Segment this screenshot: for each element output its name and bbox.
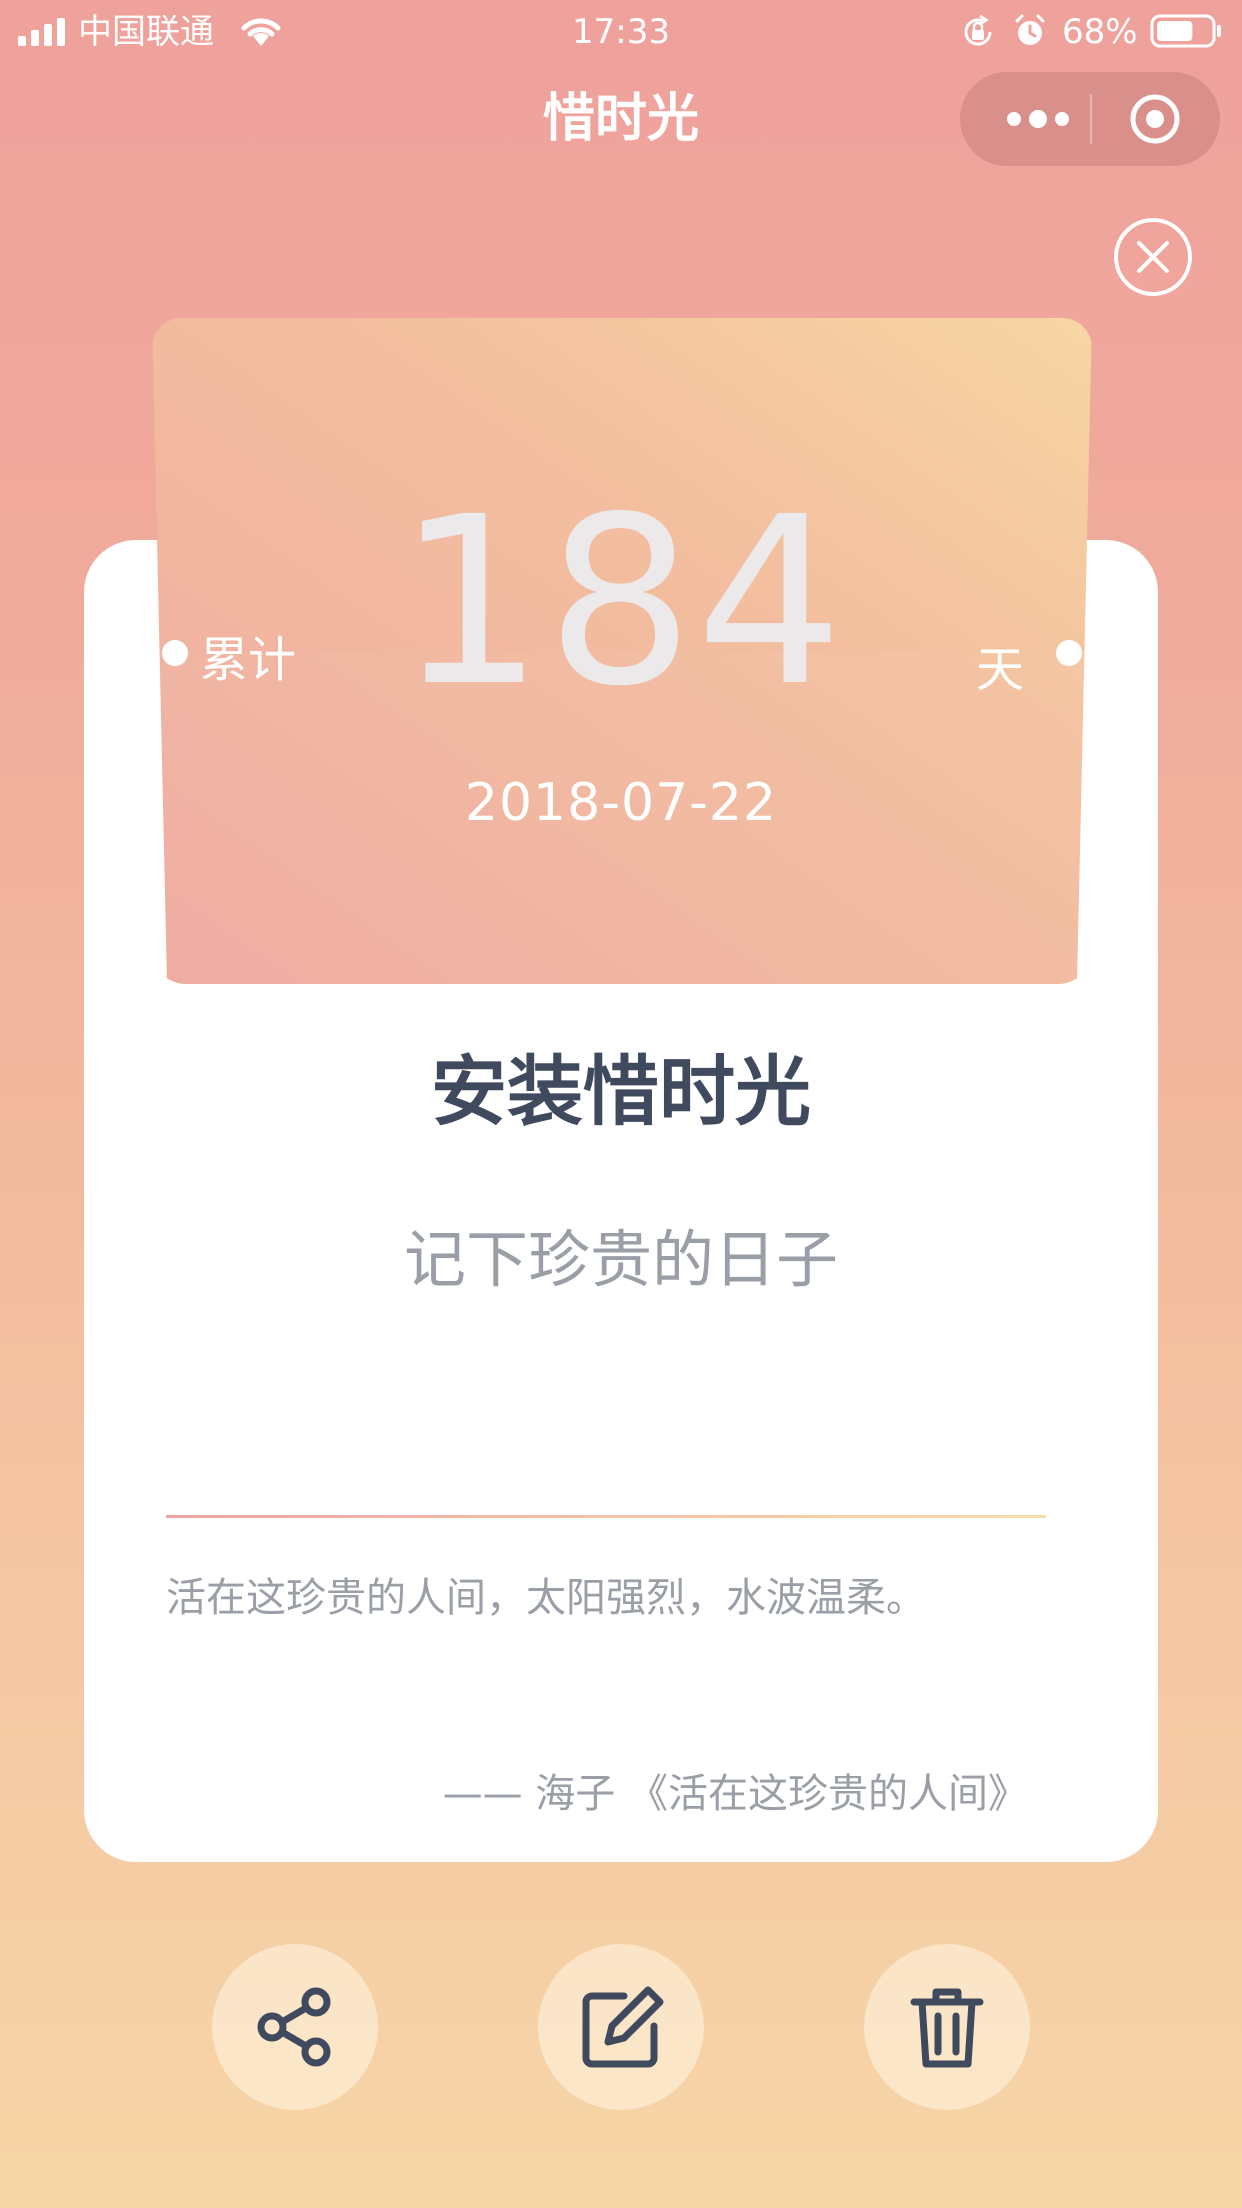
quote-text: 活在这珍贵的人间，太阳强烈，水波温柔。 — [166, 1575, 926, 1621]
delete-button[interactable] — [864, 1944, 1030, 2110]
edit-button[interactable] — [538, 1944, 704, 2110]
battery-percent: 68% — [1062, 12, 1138, 52]
event-date: 2018-07-22 — [464, 773, 778, 833]
mini-program-capsule — [960, 72, 1220, 166]
close-icon[interactable] — [1112, 216, 1194, 298]
trash-icon — [910, 1988, 984, 2068]
alarm-icon — [1015, 14, 1045, 45]
gradient-divider — [166, 1515, 1046, 1518]
share-icon — [257, 1987, 331, 2067]
target-icon[interactable] — [1128, 92, 1182, 146]
status-bar: 中国联通 17:33 68% — [0, 0, 1242, 64]
capsule-divider — [1090, 94, 1092, 144]
days-count: 184 — [396, 467, 846, 737]
battery-icon — [1150, 14, 1221, 48]
rotation-lock-icon — [964, 14, 992, 46]
event-subtitle: 记下珍贵的日子 — [403, 1223, 838, 1296]
share-button[interactable] — [212, 1944, 378, 2110]
edit-icon — [582, 1986, 664, 2068]
status-time: 17:33 — [572, 12, 670, 52]
quote-source: —— 海子 《活在这珍贵的人间》 — [442, 1771, 1028, 1817]
more-icon[interactable] — [996, 94, 1080, 144]
event-title: 安装惜时光 — [431, 1047, 811, 1136]
counter-suffix: 天 — [976, 642, 1025, 698]
